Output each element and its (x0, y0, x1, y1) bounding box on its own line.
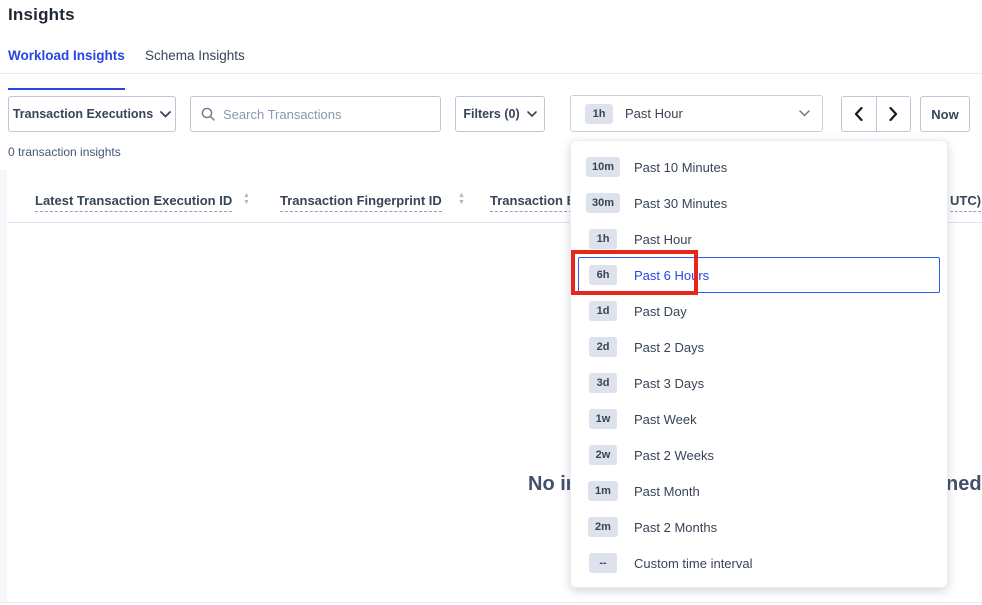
chevron-right-icon (889, 107, 898, 121)
time-interval-option[interactable]: 1h Past Hour (571, 221, 947, 257)
badge-slot: 2w (586, 445, 620, 465)
column-header-utc[interactable]: UTC) (950, 193, 981, 212)
chevron-down-icon (527, 111, 537, 117)
column-header-transaction-execution[interactable]: Transaction Ex (490, 193, 582, 212)
interval-label: Past 10 Minutes (634, 160, 727, 175)
interval-label: Past Month (634, 484, 700, 499)
time-interval-option[interactable]: 6h Past 6 Hours (571, 257, 947, 293)
table-bottom-divider (0, 602, 982, 603)
tab-label: Schema Insights (145, 48, 245, 63)
badge-slot: 1h (586, 229, 620, 249)
interval-label: Past Week (634, 412, 697, 427)
badge-slot: 1w (586, 409, 620, 429)
interval-badge: 2w (589, 445, 618, 465)
interval-badge: 3d (589, 373, 617, 393)
interval-badge: 1m (588, 481, 618, 501)
empty-state-text-right: ned. (946, 473, 982, 496)
filters-label: Filters (0) (463, 107, 519, 121)
interval-label: Custom time interval (634, 556, 752, 571)
interval-label: Past 3 Days (634, 376, 704, 391)
interval-badge: 1d (589, 301, 617, 321)
time-nav-group (841, 96, 911, 132)
interval-badge: 2m (588, 517, 618, 537)
badge-slot: 2d (586, 337, 620, 357)
sort-toggle-icon[interactable]: ▲▼ (243, 193, 250, 206)
time-interval-option[interactable]: 10m Past 10 Minutes (571, 149, 947, 185)
table-left-gutter (0, 170, 7, 603)
chevron-left-icon (854, 107, 863, 121)
insights-count: 0 transaction insights (8, 145, 121, 159)
time-interval-option[interactable]: 2m Past 2 Months (571, 509, 947, 545)
interval-badge: 10m (586, 157, 620, 177)
tab-label: Workload Insights (8, 48, 125, 63)
interval-label: Past 2 Months (634, 520, 717, 535)
tab-schema-insights[interactable]: Schema Insights (145, 48, 245, 68)
filters-button[interactable]: Filters (0) (455, 96, 545, 132)
previous-interval-button[interactable] (842, 97, 877, 131)
interval-label: Past 6 Hours (634, 268, 709, 283)
interval-badge: 30m (586, 193, 620, 213)
interval-label: Past Day (634, 304, 687, 319)
search-box[interactable] (190, 96, 441, 132)
time-interval-badge: 1h (585, 104, 613, 124)
tab-bar: Workload Insights Schema Insights (0, 44, 982, 74)
badge-slot: 10m (586, 157, 620, 177)
time-interval-option[interactable]: -- Custom time interval (571, 545, 947, 581)
transaction-type-label: Transaction Executions (13, 107, 153, 121)
badge-slot: 2m (586, 517, 620, 537)
interval-label: Past 30 Minutes (634, 196, 727, 211)
time-interval-option[interactable]: 1w Past Week (571, 401, 947, 437)
interval-badge: 1w (589, 409, 618, 429)
chevron-down-icon (799, 110, 810, 117)
badge-slot: 6h (586, 265, 620, 285)
chevron-down-icon (160, 111, 171, 118)
time-interval-option[interactable]: 1d Past Day (571, 293, 947, 329)
now-label: Now (931, 107, 958, 122)
interval-badge: 6h (589, 265, 617, 285)
column-header-transaction-fingerprint-id[interactable]: Transaction Fingerprint ID (280, 193, 442, 212)
column-header-latest-transaction-execution-id[interactable]: Latest Transaction Execution ID (35, 193, 232, 212)
interval-label: Past Hour (634, 232, 692, 247)
search-icon (201, 107, 215, 121)
badge-slot: 1d (586, 301, 620, 321)
time-interval-option[interactable]: 3d Past 3 Days (571, 365, 947, 401)
time-interval-option[interactable]: 1m Past Month (571, 473, 947, 509)
interval-badge: -- (589, 553, 617, 573)
badge-slot: 3d (586, 373, 620, 393)
tabbar-divider (0, 73, 982, 74)
search-input[interactable] (223, 107, 430, 122)
time-interval-select[interactable]: 1h Past Hour (570, 95, 823, 132)
page-title: Insights (8, 5, 75, 25)
time-interval-option[interactable]: 30m Past 30 Minutes (571, 185, 947, 221)
interval-label: Past 2 Days (634, 340, 704, 355)
transaction-type-dropdown[interactable]: Transaction Executions (8, 96, 176, 132)
badge-slot: -- (586, 553, 620, 573)
interval-badge: 2d (589, 337, 617, 357)
time-interval-option[interactable]: 2w Past 2 Weeks (571, 437, 947, 473)
insights-page: Insights Workload Insights Schema Insigh… (0, 0, 982, 605)
badge-slot: 30m (586, 193, 620, 213)
now-button[interactable]: Now (920, 96, 970, 132)
next-interval-button[interactable] (877, 97, 911, 131)
time-interval-dropdown-menu: 10m Past 10 Minutes 30m Past 30 Minutes … (570, 140, 948, 588)
time-interval-option[interactable]: 2d Past 2 Days (571, 329, 947, 365)
active-tab-underline (8, 88, 125, 90)
tab-workload-insights[interactable]: Workload Insights (8, 48, 125, 68)
sort-toggle-icon[interactable]: ▲▼ (458, 193, 465, 206)
time-interval-label: Past Hour (625, 106, 683, 121)
badge-slot: 1m (586, 481, 620, 501)
interval-label: Past 2 Weeks (634, 448, 714, 463)
interval-badge: 1h (589, 229, 617, 249)
